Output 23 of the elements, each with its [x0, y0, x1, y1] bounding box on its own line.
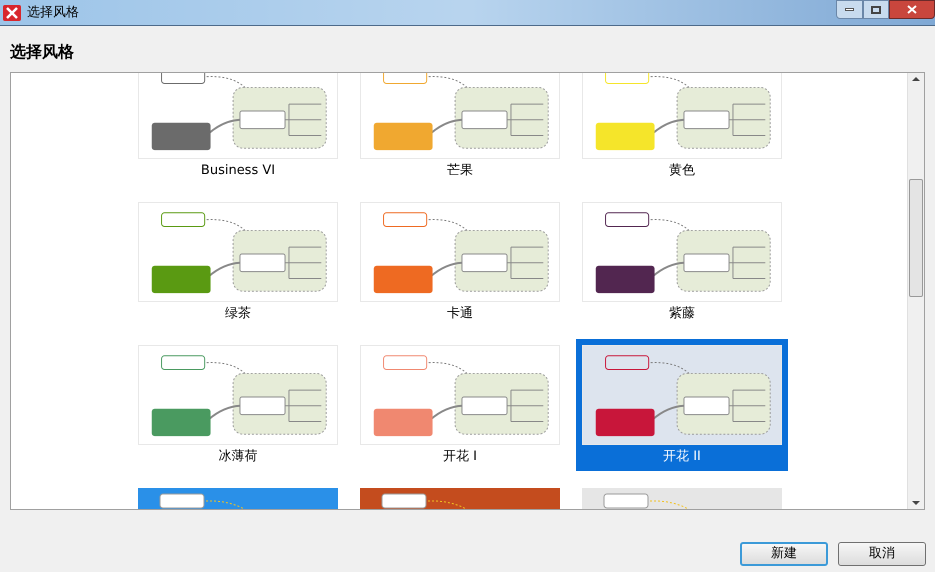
- minimize-button[interactable]: [836, 0, 863, 19]
- style-name: Business VI: [200, 163, 276, 179]
- scrollbar[interactable]: [907, 73, 924, 509]
- maximize-button[interactable]: [863, 0, 889, 19]
- style-name: 卡通: [447, 306, 473, 322]
- cancel-button[interactable]: 取消: [838, 542, 926, 566]
- style-option[interactable]: 开花 II: [576, 339, 788, 471]
- style-name: 开花 II: [663, 449, 701, 465]
- window-title: 选择风格: [27, 4, 79, 22]
- scroll-down-icon[interactable]: [912, 501, 920, 505]
- style-name: 绿茶: [225, 306, 251, 322]
- style-name: 黄色: [669, 163, 695, 179]
- close-button[interactable]: [889, 0, 935, 19]
- app-logo-icon: [3, 4, 21, 20]
- scroll-up-icon[interactable]: [912, 77, 920, 81]
- close-icon: [907, 5, 917, 14]
- create-button[interactable]: 新建: [740, 542, 828, 566]
- scrollbar-thumb[interactable]: [909, 179, 923, 297]
- style-name: 紫藤: [669, 306, 695, 322]
- style-name: 芒果: [447, 163, 473, 179]
- style-name: 冰薄荷: [218, 449, 258, 465]
- dialog-heading: 选择风格: [9, 41, 75, 63]
- style-name: 开花 I: [443, 449, 477, 465]
